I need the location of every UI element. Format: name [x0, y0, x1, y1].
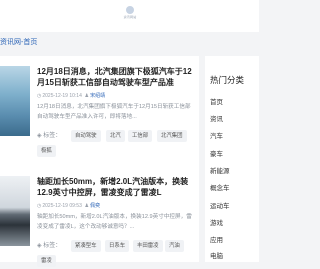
article-summary: 轴距加长50mm，新增2.0L汽油版本，换装12.9英寸中控屏，雷凌变成了雷凌L…	[37, 214, 192, 230]
sidebar-item-cars[interactable]: 汽车	[210, 128, 223, 145]
tag[interactable]: 北汽	[106, 130, 125, 142]
category-sidebar: 热门分类 首页 资讯 汽车 豪车 新能源 概念车 运动车 游戏 应用 电脑	[205, 56, 259, 262]
clock-icon: ◷	[37, 203, 42, 209]
tag[interactable]: 工信部	[128, 130, 153, 142]
top-header: 资讯网站	[0, 0, 259, 32]
breadcrumb[interactable]: 资讯网-首页	[0, 36, 37, 50]
article-tags: ◈ 标签： 自动驾驶 北汽 工信部 北汽集团 极狐	[37, 129, 197, 159]
tags-label: ◈ 标签：	[37, 133, 62, 139]
article-summary: 12月18日消息，北汽集团旗下极狐汽车于12月15日斩获工信部自动驾驶车型产品准…	[37, 104, 191, 120]
logo-text: 资讯网站	[123, 15, 137, 19]
sidebar-item-new-energy[interactable]: 新能源	[210, 163, 230, 180]
sidebar-title: 热门分类	[210, 75, 245, 85]
sidebar-item-computers[interactable]: 电脑	[210, 248, 223, 265]
tag[interactable]: 丰田雷凌	[133, 240, 163, 252]
tag-icon: ◈	[37, 243, 42, 249]
tag[interactable]: 极狐	[37, 145, 56, 157]
article-thumbnail[interactable]	[0, 66, 30, 136]
article-list: 12月18日消息，北汽集团旗下极狐汽车于12月15日斩获工信部自动驾驶车型产品准…	[0, 56, 199, 267]
sidebar-item-games[interactable]: 游戏	[210, 215, 223, 232]
sidebar-item-news[interactable]: 资讯	[210, 111, 223, 128]
sidebar-item-home[interactable]: 首页	[210, 94, 223, 111]
article-date: 2025-12-19 10:14	[42, 93, 82, 99]
article-author[interactable]: 佩奕	[90, 203, 100, 209]
clock-icon: ◷	[37, 93, 42, 99]
article-meta: ◷2025-12-19 09:53 ♟佩奕	[37, 202, 195, 211]
sidebar-item-luxury-cars[interactable]: 豪车	[210, 146, 223, 163]
sidebar-item-apps[interactable]: 应用	[210, 232, 223, 249]
user-icon: ♟	[84, 203, 90, 209]
article-thumbnail[interactable]	[0, 176, 30, 246]
tags-label: ◈ 标签：	[37, 243, 62, 249]
tag[interactable]: 北汽集团	[157, 130, 187, 142]
tag-icon: ◈	[37, 133, 42, 139]
logo-mark-icon	[126, 6, 134, 14]
tag[interactable]: 汽油	[165, 240, 184, 252]
sidebar-item-sports-cars[interactable]: 运动车	[210, 198, 230, 215]
tag[interactable]: 日系车	[105, 240, 130, 252]
site-logo[interactable]: 资讯网站	[117, 6, 143, 22]
article-date: 2025-12-19 09:53	[42, 203, 82, 209]
article-title[interactable]: 12月18日消息，北汽集团旗下极狐汽车于12月15日斩获工信部自动驾驶车型产品准	[37, 66, 195, 88]
article-title[interactable]: 轴距加长50mm，新增2.0L汽油版本，换装12.9英寸中控屏，雷凌变成了雷凌L	[37, 176, 195, 198]
tag[interactable]: 雷凌	[37, 255, 56, 267]
article-author[interactable]: 宋绍靖	[90, 93, 105, 99]
article-meta: ◷2025-12-19 10:14 ♟宋绍靖	[37, 92, 195, 101]
article-tags: ◈ 标签： 紧凑型车 日系车 丰田雷凌 汽油 雷凌	[37, 239, 197, 269]
tag[interactable]: 紧凑型车	[71, 240, 101, 252]
sidebar-item-concept-cars[interactable]: 概念车	[210, 180, 230, 197]
tag[interactable]: 自动驾驶	[71, 130, 101, 142]
user-icon: ♟	[84, 93, 90, 99]
